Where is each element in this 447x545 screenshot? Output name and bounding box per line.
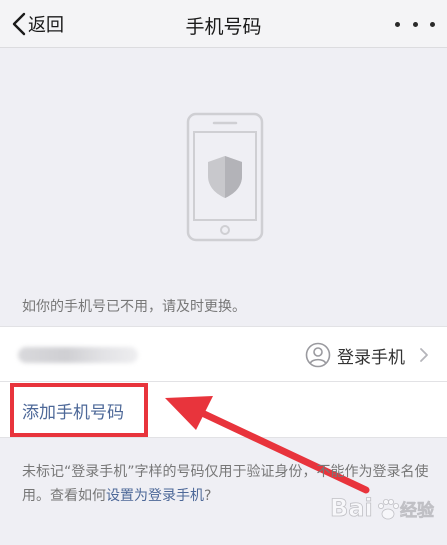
watermark-brand: Bai — [330, 494, 373, 522]
baidu-jingyan-watermark: Bai 经验 — [330, 494, 435, 523]
paw-icon — [378, 498, 400, 520]
watermark-brand-suffix: 经验 — [400, 500, 435, 521]
set-login-phone-link[interactable]: 设置为登录手机 — [106, 488, 204, 504]
note-question-mark: ? — [204, 488, 212, 504]
